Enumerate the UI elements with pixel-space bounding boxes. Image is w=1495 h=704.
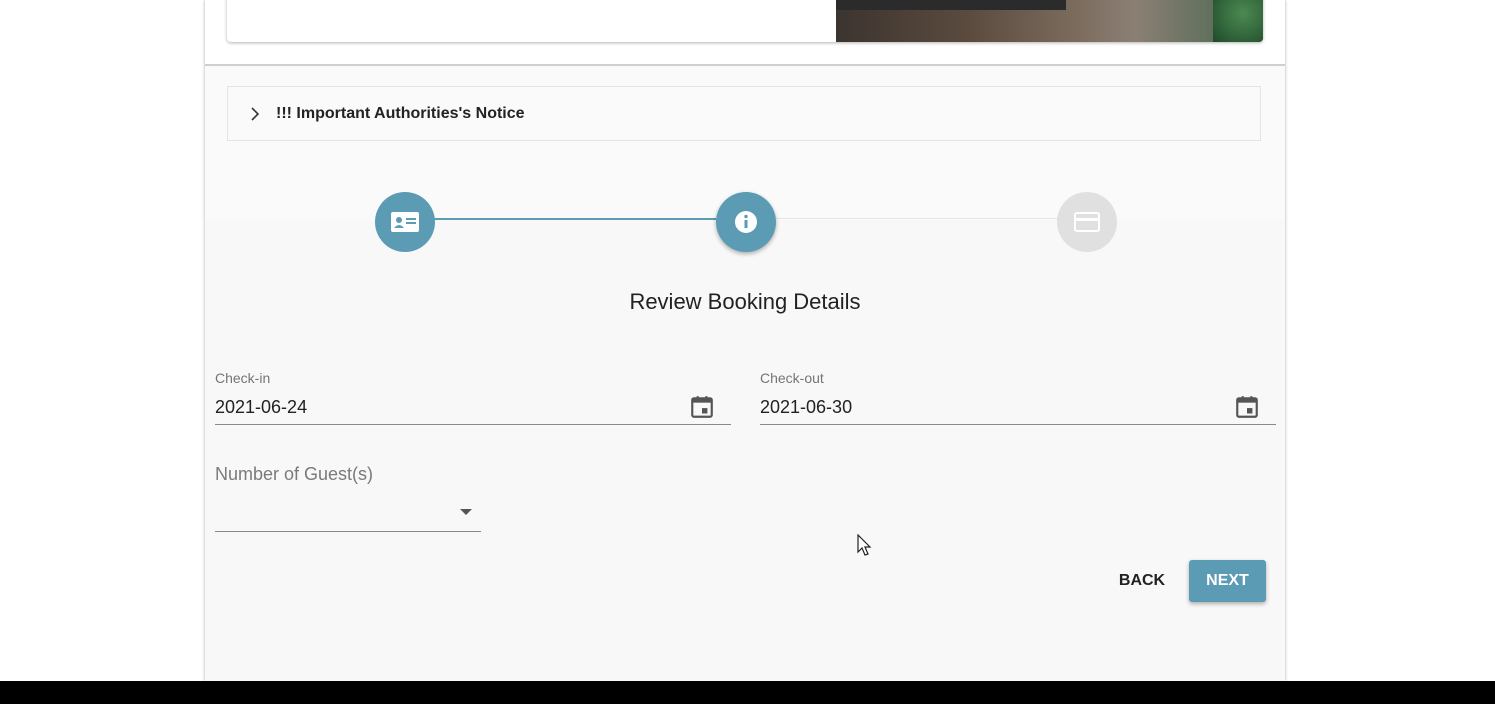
notice-title: !!! Important Authorities's Notice <box>276 104 525 122</box>
back-button[interactable]: BACK <box>1110 560 1174 602</box>
important-notice-expander[interactable]: !!! Important Authorities's Notice <box>227 86 1261 141</box>
calendar-icon[interactable] <box>1234 394 1260 420</box>
step-contact-details[interactable] <box>375 192 435 252</box>
payment-card-icon <box>1074 212 1100 232</box>
section-title: Review Booking Details <box>629 289 861 314</box>
room-photo <box>836 0 1263 42</box>
room-photo-sofa <box>836 0 1066 10</box>
info-icon <box>735 211 757 233</box>
room-preview-panel <box>227 0 1263 42</box>
contact-card-icon <box>391 212 419 232</box>
stepper-connector-completed <box>433 218 716 220</box>
checkout-field[interactable]: Check-out 2021-06-30 <box>760 370 1276 426</box>
card-header-area <box>205 0 1285 66</box>
room-photo-plant <box>1213 0 1263 42</box>
checkout-value: 2021-06-30 <box>760 397 853 417</box>
chevron-right-icon <box>248 106 262 121</box>
checkout-label: Check-out <box>760 370 824 386</box>
dropdown-caret-icon <box>460 509 472 515</box>
checkin-value: 2021-06-24 <box>215 397 308 417</box>
guests-select[interactable] <box>215 498 481 532</box>
checkin-label: Check-in <box>215 370 271 386</box>
checkin-input[interactable]: 2021-06-24 <box>215 392 731 425</box>
step-review-details[interactable] <box>716 192 776 252</box>
page: !!! Important Authorities's Notice Revie… <box>0 0 1495 704</box>
checkout-input[interactable]: 2021-06-30 <box>760 392 1276 425</box>
bottom-black-bar <box>0 681 1495 704</box>
booking-card: !!! Important Authorities's Notice Revie… <box>205 0 1285 681</box>
checkin-field[interactable]: Check-in 2021-06-24 <box>215 370 731 426</box>
mouse-cursor-icon <box>857 534 872 556</box>
next-button[interactable]: NEXT <box>1189 560 1266 602</box>
step-payment[interactable] <box>1057 192 1117 252</box>
calendar-icon[interactable] <box>689 394 715 420</box>
guests-label: Number of Guest(s) <box>215 464 374 484</box>
stepper-connector-upcoming <box>776 218 1058 219</box>
